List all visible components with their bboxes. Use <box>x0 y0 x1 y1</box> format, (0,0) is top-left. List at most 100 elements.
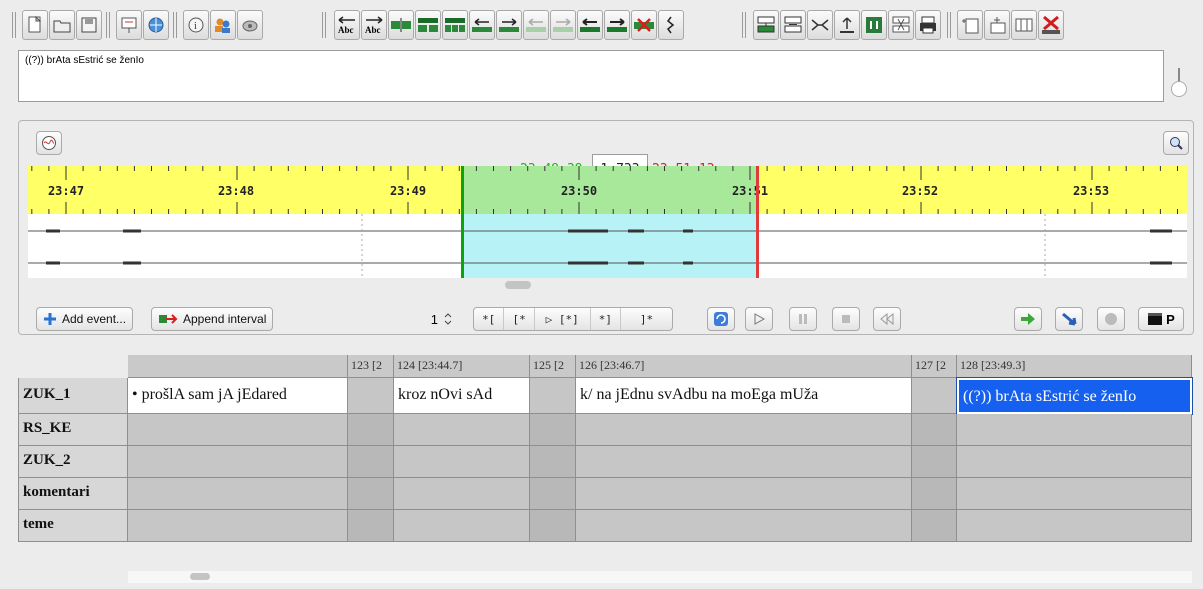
empty-event-cell[interactable] <box>530 446 576 478</box>
empty-event-cell[interactable] <box>128 478 348 510</box>
bracket-button-5[interactable]: ]* <box>621 308 672 330</box>
empty-event-cell[interactable] <box>912 478 957 510</box>
speakers-icon[interactable] <box>210 10 236 40</box>
empty-event-cell[interactable] <box>128 446 348 478</box>
record-button[interactable] <box>1097 307 1125 331</box>
column-header[interactable]: 128 [23:49.3] <box>957 355 1192 378</box>
column-header[interactable]: 125 [2 <box>530 355 576 378</box>
time-ruler[interactable]: 23:47 23:48 23:49 23:50 23:51 23:52 23:5… <box>28 166 1187 214</box>
presentation-icon[interactable] <box>116 10 142 40</box>
rewind-button[interactable] <box>873 307 901 331</box>
empty-event-cell[interactable] <box>530 478 576 510</box>
empty-event-cell[interactable] <box>912 510 957 542</box>
table-scroll-track[interactable] <box>128 571 1192 583</box>
delete-tier-icon[interactable] <box>1038 10 1064 40</box>
empty-event-cell[interactable] <box>348 414 394 446</box>
waveform-view[interactable] <box>28 214 1187 278</box>
empty-event-cell[interactable] <box>912 446 957 478</box>
next-event-button[interactable] <box>1014 307 1042 331</box>
save-icon[interactable] <box>76 10 102 40</box>
font-size-slider-knob[interactable] <box>1171 81 1187 97</box>
empty-event-cell[interactable] <box>348 478 394 510</box>
shift-left-icon[interactable] <box>469 10 495 40</box>
empty-event-cell[interactable] <box>530 510 576 542</box>
bracket-button-3[interactable]: ▷ [*] <box>535 308 591 330</box>
column-header[interactable]: 124 [23:44.7] <box>394 355 530 378</box>
tier-c-icon[interactable] <box>1011 10 1037 40</box>
selection-end-cursor[interactable] <box>756 166 759 278</box>
empty-event-cell[interactable] <box>576 446 912 478</box>
selected-event-cell[interactable]: ((?)) brAta sEstrić se ženIo <box>956 377 1193 415</box>
info-icon[interactable]: i <box>183 10 209 40</box>
scroll-button[interactable] <box>1055 307 1083 331</box>
event-cell[interactable]: • prošlA sam jA jEdared <box>128 378 348 414</box>
open-icon[interactable] <box>49 10 75 40</box>
split-icon[interactable] <box>388 10 414 40</box>
empty-event-cell[interactable] <box>957 446 1192 478</box>
tier-print-icon[interactable] <box>915 10 941 40</box>
add-event-button[interactable]: Add event... <box>36 307 134 331</box>
empty-event-cell[interactable] <box>394 446 530 478</box>
table-scroll-knob[interactable] <box>190 573 210 580</box>
timeline-scroll-knob[interactable] <box>505 281 531 289</box>
tier-insert-icon[interactable] <box>753 10 779 40</box>
empty-event-cell[interactable] <box>348 510 394 542</box>
merge-icon[interactable] <box>415 10 441 40</box>
empty-event-cell[interactable] <box>394 478 530 510</box>
move-left-text-icon[interactable]: Abc <box>334 10 360 40</box>
empty-event-cell[interactable] <box>957 414 1192 446</box>
merge-more-icon[interactable] <box>442 10 468 40</box>
bracket-button-4[interactable]: *] <box>591 308 622 330</box>
move-right-text-icon[interactable]: Abc <box>361 10 387 40</box>
bracket-button-2[interactable]: [* <box>504 308 535 330</box>
pause-button[interactable] <box>789 307 817 331</box>
tier-x-icon[interactable] <box>888 10 914 40</box>
step-stepper[interactable]: 1 <box>396 307 454 331</box>
empty-event-cell[interactable] <box>576 510 912 542</box>
empty-event-cell[interactable] <box>128 414 348 446</box>
move-boundary-left-icon[interactable] <box>577 10 603 40</box>
loop-button[interactable] <box>707 307 735 331</box>
stop-button[interactable] <box>832 307 860 331</box>
tier-up-icon[interactable] <box>834 10 860 40</box>
stepper-arrows-icon[interactable] <box>442 311 454 327</box>
shift-right-icon[interactable] <box>496 10 522 40</box>
empty-event-cell[interactable] <box>576 478 912 510</box>
empty-event-cell[interactable] <box>957 478 1192 510</box>
squiggle-icon[interactable] <box>658 10 684 40</box>
tier-label-teme[interactable]: teme <box>18 510 128 542</box>
disk-icon[interactable] <box>237 10 263 40</box>
tier-split-icon[interactable] <box>807 10 833 40</box>
empty-event-cell[interactable] <box>957 510 1192 542</box>
remove-gap-icon[interactable] <box>631 10 657 40</box>
column-header[interactable]: 127 [2 <box>912 355 957 378</box>
selection-start-cursor[interactable] <box>461 166 464 278</box>
tier-a-icon[interactable] <box>957 10 983 40</box>
new-transcription-icon[interactable] <box>22 10 48 40</box>
empty-event-cell[interactable] <box>348 378 394 414</box>
column-header[interactable]: 126 [23:46.7] <box>576 355 912 378</box>
clapper-p-button[interactable]: P <box>1138 307 1184 331</box>
empty-event-cell[interactable] <box>348 446 394 478</box>
empty-event-cell[interactable] <box>394 414 530 446</box>
web-icon[interactable] <box>143 10 169 40</box>
tier-label-rs-ke[interactable]: RS_KE <box>18 414 128 446</box>
tier-merge-icon[interactable] <box>861 10 887 40</box>
column-header[interactable]: 123 [2 <box>348 355 394 378</box>
tier-b-icon[interactable] <box>984 10 1010 40</box>
play-button[interactable] <box>745 307 773 331</box>
waveform-toggle-button[interactable] <box>36 131 62 155</box>
empty-event-cell[interactable] <box>576 414 912 446</box>
event-cell[interactable]: k/ na jEdnu svAdbu na moEga mUža <box>576 378 912 414</box>
transcription-text-area[interactable]: ((?)) brAta sEstrić se ženIo <box>18 50 1164 102</box>
tier-label-zuk1[interactable]: ZUK_1 <box>18 378 128 414</box>
event-cell[interactable]: kroz nOvi sAd <box>394 378 530 414</box>
tier-move-icon[interactable] <box>780 10 806 40</box>
bracket-button-1[interactable]: *[ <box>474 308 505 330</box>
move-boundary-right-icon[interactable] <box>604 10 630 40</box>
empty-event-cell[interactable] <box>912 414 957 446</box>
empty-event-cell[interactable] <box>530 378 576 414</box>
empty-event-cell[interactable] <box>128 510 348 542</box>
tier-label-zuk2[interactable]: ZUK_2 <box>18 446 128 478</box>
append-interval-button[interactable]: Append interval <box>151 307 274 331</box>
